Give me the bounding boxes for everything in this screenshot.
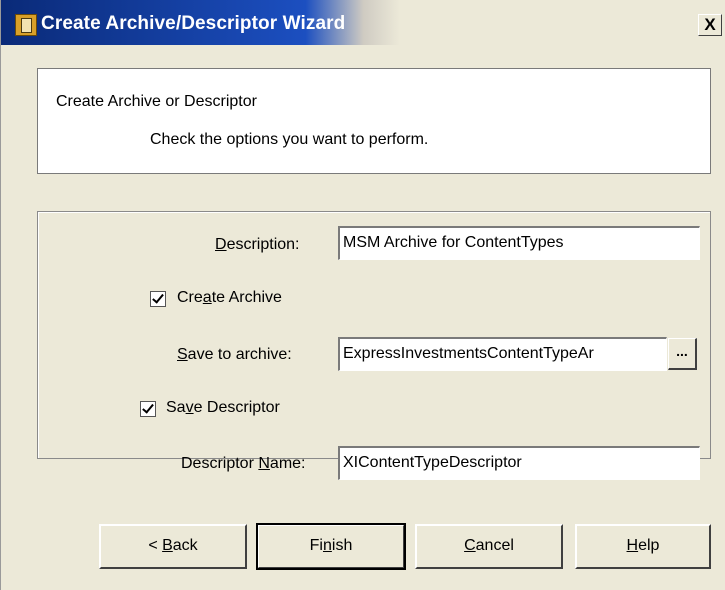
save-to-archive-label-accel: S (177, 346, 188, 363)
browse-button[interactable]: ... (668, 338, 697, 370)
help-button[interactable]: Help (575, 524, 711, 569)
header-panel: Create Archive or Descriptor Check the o… (37, 68, 711, 174)
window-title: Create Archive/Descriptor Wizard (41, 13, 346, 34)
save-descriptor-label-post: e Descriptor (193, 399, 280, 416)
description-label: Description: (215, 236, 299, 254)
cancel-button-post: ancel (475, 537, 514, 554)
descriptor-name-label-pre: Descriptor (181, 455, 259, 472)
back-button-accel: B (162, 537, 173, 554)
save-to-archive-label-post: ave to archive: (187, 346, 292, 363)
header-subtitle: Check the options you want to perform. (150, 131, 429, 148)
back-button-post: ack (172, 537, 198, 554)
create-archive-checkbox[interactable] (150, 291, 166, 307)
help-button-accel: H (626, 537, 639, 554)
save-descriptor-label[interactable]: Save Descriptor (166, 399, 280, 417)
save-to-archive-field[interactable]: ExpressInvestmentsContentTypeAr (338, 337, 667, 371)
descriptor-name-field[interactable]: XIContentTypeDescriptor (338, 446, 700, 480)
create-archive-label-pre: Cre (177, 289, 203, 306)
header-title: Create Archive or Descriptor (56, 93, 257, 110)
create-archive-label[interactable]: Create Archive (177, 289, 282, 307)
help-button-post: elp (638, 537, 660, 554)
close-button[interactable]: X (698, 14, 722, 36)
description-field[interactable]: MSM Archive for ContentTypes (338, 226, 700, 260)
save-descriptor-checkbox[interactable] (140, 401, 156, 417)
title-bar[interactable]: Create Archive/Descriptor Wizard X (1, 0, 725, 45)
back-button-pre: < (148, 537, 163, 554)
save-descriptor-label-pre: Sa (166, 399, 186, 416)
create-archive-label-accel: a (202, 289, 212, 306)
wizard-window: Create Archive/Descriptor Wizard X Creat… (0, 0, 725, 590)
save-descriptor-label-accel: v (185, 399, 194, 416)
description-label-post: escription: (226, 236, 300, 253)
cancel-button[interactable]: Cancel (415, 524, 563, 569)
descriptor-name-label: Descriptor Name: (181, 455, 306, 473)
description-label-accel: D (215, 236, 227, 253)
app-icon (15, 14, 37, 36)
create-archive-label-post: te Archive (211, 289, 282, 306)
finish-button-accel: n (322, 537, 332, 554)
finish-button-post: ish (331, 537, 353, 554)
descriptor-name-label-post: ame: (269, 455, 306, 472)
back-button[interactable]: < Back (99, 524, 247, 569)
descriptor-name-label-accel: N (258, 455, 270, 472)
save-to-archive-label: Save to archive: (177, 346, 292, 364)
finish-button-pre: Fi (309, 537, 323, 554)
cancel-button-accel: C (464, 537, 476, 554)
finish-button[interactable]: Finish (256, 523, 406, 570)
